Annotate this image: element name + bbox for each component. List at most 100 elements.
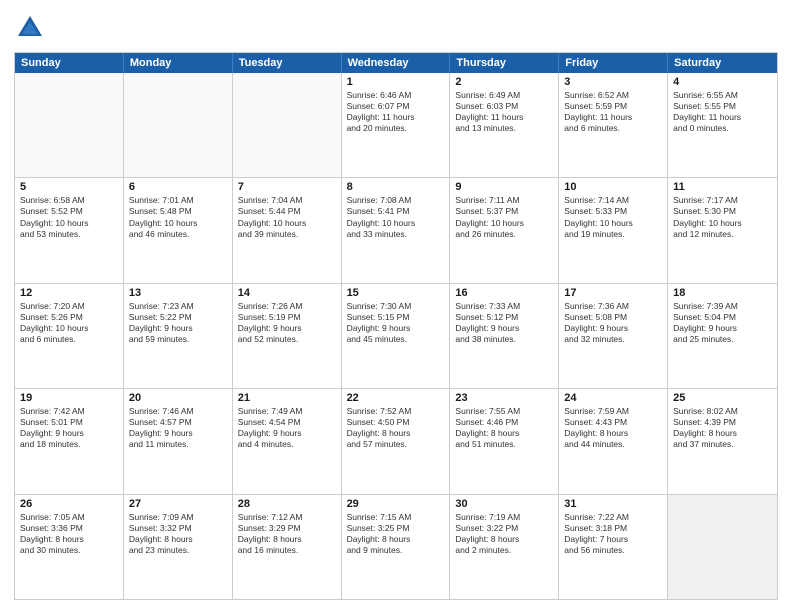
cell-info: Sunrise: 7:23 AM Sunset: 5:22 PM Dayligh… xyxy=(129,301,227,345)
calendar-cell: 12 Sunrise: 7:20 AM Sunset: 5:26 PM Dayli… xyxy=(15,284,124,388)
calendar-cell: 24Sunrise: 7:59 AM Sunset: 4:43 PM Dayli… xyxy=(559,389,668,493)
day-number: 18 xyxy=(673,287,772,299)
cell-info: Sunrise: 7:46 AM Sunset: 4:57 PM Dayligh… xyxy=(129,406,227,450)
day-number: 30 xyxy=(455,498,553,510)
cell-info: Sunrise: 7:05 AM Sunset: 3:36 PM Dayligh… xyxy=(20,512,118,556)
cell-info: Sunrise: 7:14 AM Sunset: 5:33 PM Dayligh… xyxy=(564,195,662,239)
day-number: 27 xyxy=(129,498,227,510)
calendar-row: 1 Sunrise: 6:46 AM Sunset: 6:07 PM Daylig… xyxy=(15,73,777,178)
header xyxy=(14,12,778,44)
calendar-cell: 5 Sunrise: 6:58 AM Sunset: 5:52 PM Daylig… xyxy=(15,178,124,282)
calendar-cell xyxy=(15,73,124,177)
day-number: 9 xyxy=(455,181,553,193)
day-number: 1 xyxy=(347,76,445,88)
day-number: 8 xyxy=(347,181,445,193)
cell-info: Sunrise: 7:19 AM Sunset: 3:22 PM Dayligh… xyxy=(455,512,553,556)
calendar-cell: 14 Sunrise: 7:26 AM Sunset: 5:19 PM Dayli… xyxy=(233,284,342,388)
day-number: 10 xyxy=(564,181,662,193)
day-number: 5 xyxy=(20,181,118,193)
cell-info: Sunrise: 7:01 AM Sunset: 5:48 PM Dayligh… xyxy=(129,195,227,239)
calendar-body: 1 Sunrise: 6:46 AM Sunset: 6:07 PM Daylig… xyxy=(15,73,777,599)
calendar-cell xyxy=(124,73,233,177)
day-number: 22 xyxy=(347,392,445,404)
day-number: 3 xyxy=(564,76,662,88)
weekday-header: Saturday xyxy=(668,53,777,73)
weekday-header: Monday xyxy=(124,53,233,73)
logo-icon xyxy=(14,12,46,44)
calendar-cell: 25 Sunrise: 8:02 AM Sunset: 4:39 PM Dayli… xyxy=(668,389,777,493)
calendar-cell: 13 Sunrise: 7:23 AM Sunset: 5:22 PM Dayli… xyxy=(124,284,233,388)
weekday-header: Friday xyxy=(559,53,668,73)
calendar-cell: 4 Sunrise: 6:55 AM Sunset: 5:55 PM Daylig… xyxy=(668,73,777,177)
calendar-cell: 31Sunrise: 7:22 AM Sunset: 3:18 PM Dayli… xyxy=(559,495,668,599)
cell-info: Sunrise: 7:12 AM Sunset: 3:29 PM Dayligh… xyxy=(238,512,336,556)
calendar-cell: 20 Sunrise: 7:46 AM Sunset: 4:57 PM Dayli… xyxy=(124,389,233,493)
day-number: 2 xyxy=(455,76,553,88)
calendar-header: SundayMondayTuesdayWednesdayThursdayFrid… xyxy=(15,53,777,73)
calendar-cell: 27 Sunrise: 7:09 AM Sunset: 3:32 PM Dayli… xyxy=(124,495,233,599)
calendar-cell: 6 Sunrise: 7:01 AM Sunset: 5:48 PM Daylig… xyxy=(124,178,233,282)
cell-info: Sunrise: 7:09 AM Sunset: 3:32 PM Dayligh… xyxy=(129,512,227,556)
day-number: 14 xyxy=(238,287,336,299)
cell-info: Sunrise: 7:30 AM Sunset: 5:15 PM Dayligh… xyxy=(347,301,445,345)
day-number: 12 xyxy=(20,287,118,299)
cell-info: Sunrise: 7:26 AM Sunset: 5:19 PM Dayligh… xyxy=(238,301,336,345)
calendar-cell: 19 Sunrise: 7:42 AM Sunset: 5:01 PM Dayli… xyxy=(15,389,124,493)
cell-info: Sunrise: 6:52 AM Sunset: 5:59 PM Dayligh… xyxy=(564,90,662,134)
cell-info: Sunrise: 7:59 AM Sunset: 4:43 PM Dayligh… xyxy=(564,406,662,450)
calendar-cell: 28 Sunrise: 7:12 AM Sunset: 3:29 PM Dayli… xyxy=(233,495,342,599)
calendar-cell: 1 Sunrise: 6:46 AM Sunset: 6:07 PM Daylig… xyxy=(342,73,451,177)
cell-info: Sunrise: 7:15 AM Sunset: 3:25 PM Dayligh… xyxy=(347,512,445,556)
cell-info: Sunrise: 6:55 AM Sunset: 5:55 PM Dayligh… xyxy=(673,90,772,134)
cell-info: Sunrise: 7:52 AM Sunset: 4:50 PM Dayligh… xyxy=(347,406,445,450)
cell-info: Sunrise: 7:36 AM Sunset: 5:08 PM Dayligh… xyxy=(564,301,662,345)
calendar-cell: 3 Sunrise: 6:52 AM Sunset: 5:59 PM Daylig… xyxy=(559,73,668,177)
cell-info: Sunrise: 7:55 AM Sunset: 4:46 PM Dayligh… xyxy=(455,406,553,450)
day-number: 20 xyxy=(129,392,227,404)
calendar-cell: 23 Sunrise: 7:55 AM Sunset: 4:46 PM Dayli… xyxy=(450,389,559,493)
day-number: 29 xyxy=(347,498,445,510)
cell-info: Sunrise: 7:42 AM Sunset: 5:01 PM Dayligh… xyxy=(20,406,118,450)
calendar-cell: 21 Sunrise: 7:49 AM Sunset: 4:54 PM Dayli… xyxy=(233,389,342,493)
calendar-cell xyxy=(233,73,342,177)
day-number: 26 xyxy=(20,498,118,510)
calendar-row: 12 Sunrise: 7:20 AM Sunset: 5:26 PM Dayli… xyxy=(15,284,777,389)
day-number: 21 xyxy=(238,392,336,404)
cell-info: Sunrise: 7:08 AM Sunset: 5:41 PM Dayligh… xyxy=(347,195,445,239)
calendar-row: 26 Sunrise: 7:05 AM Sunset: 3:36 PM Dayli… xyxy=(15,495,777,599)
cell-info: Sunrise: 6:49 AM Sunset: 6:03 PM Dayligh… xyxy=(455,90,553,134)
calendar-cell: 18Sunrise: 7:39 AM Sunset: 5:04 PM Dayli… xyxy=(668,284,777,388)
calendar-cell: 22 Sunrise: 7:52 AM Sunset: 4:50 PM Dayli… xyxy=(342,389,451,493)
day-number: 6 xyxy=(129,181,227,193)
calendar-cell: 8 Sunrise: 7:08 AM Sunset: 5:41 PM Daylig… xyxy=(342,178,451,282)
cell-info: Sunrise: 7:20 AM Sunset: 5:26 PM Dayligh… xyxy=(20,301,118,345)
day-number: 19 xyxy=(20,392,118,404)
page: SundayMondayTuesdayWednesdayThursdayFrid… xyxy=(0,0,792,612)
cell-info: Sunrise: 6:58 AM Sunset: 5:52 PM Dayligh… xyxy=(20,195,118,239)
weekday-header: Sunday xyxy=(15,53,124,73)
cell-info: Sunrise: 7:33 AM Sunset: 5:12 PM Dayligh… xyxy=(455,301,553,345)
calendar-cell: 17Sunrise: 7:36 AM Sunset: 5:08 PM Dayli… xyxy=(559,284,668,388)
calendar-cell: 26 Sunrise: 7:05 AM Sunset: 3:36 PM Dayli… xyxy=(15,495,124,599)
calendar-row: 5 Sunrise: 6:58 AM Sunset: 5:52 PM Daylig… xyxy=(15,178,777,283)
calendar-cell: 29 Sunrise: 7:15 AM Sunset: 3:25 PM Dayli… xyxy=(342,495,451,599)
cell-info: Sunrise: 7:11 AM Sunset: 5:37 PM Dayligh… xyxy=(455,195,553,239)
day-number: 28 xyxy=(238,498,336,510)
day-number: 23 xyxy=(455,392,553,404)
cell-info: Sunrise: 8:02 AM Sunset: 4:39 PM Dayligh… xyxy=(673,406,772,450)
calendar: SundayMondayTuesdayWednesdayThursdayFrid… xyxy=(14,52,778,600)
calendar-cell: 16Sunrise: 7:33 AM Sunset: 5:12 PM Dayli… xyxy=(450,284,559,388)
logo xyxy=(14,12,50,44)
day-number: 25 xyxy=(673,392,772,404)
cell-info: Sunrise: 6:46 AM Sunset: 6:07 PM Dayligh… xyxy=(347,90,445,134)
day-number: 4 xyxy=(673,76,772,88)
weekday-header: Tuesday xyxy=(233,53,342,73)
calendar-cell: 10 Sunrise: 7:14 AM Sunset: 5:33 PM Dayli… xyxy=(559,178,668,282)
cell-info: Sunrise: 7:17 AM Sunset: 5:30 PM Dayligh… xyxy=(673,195,772,239)
weekday-header: Wednesday xyxy=(342,53,451,73)
cell-info: Sunrise: 7:49 AM Sunset: 4:54 PM Dayligh… xyxy=(238,406,336,450)
cell-info: Sunrise: 7:04 AM Sunset: 5:44 PM Dayligh… xyxy=(238,195,336,239)
calendar-cell: 30 Sunrise: 7:19 AM Sunset: 3:22 PM Dayli… xyxy=(450,495,559,599)
day-number: 13 xyxy=(129,287,227,299)
calendar-row: 19 Sunrise: 7:42 AM Sunset: 5:01 PM Dayli… xyxy=(15,389,777,494)
